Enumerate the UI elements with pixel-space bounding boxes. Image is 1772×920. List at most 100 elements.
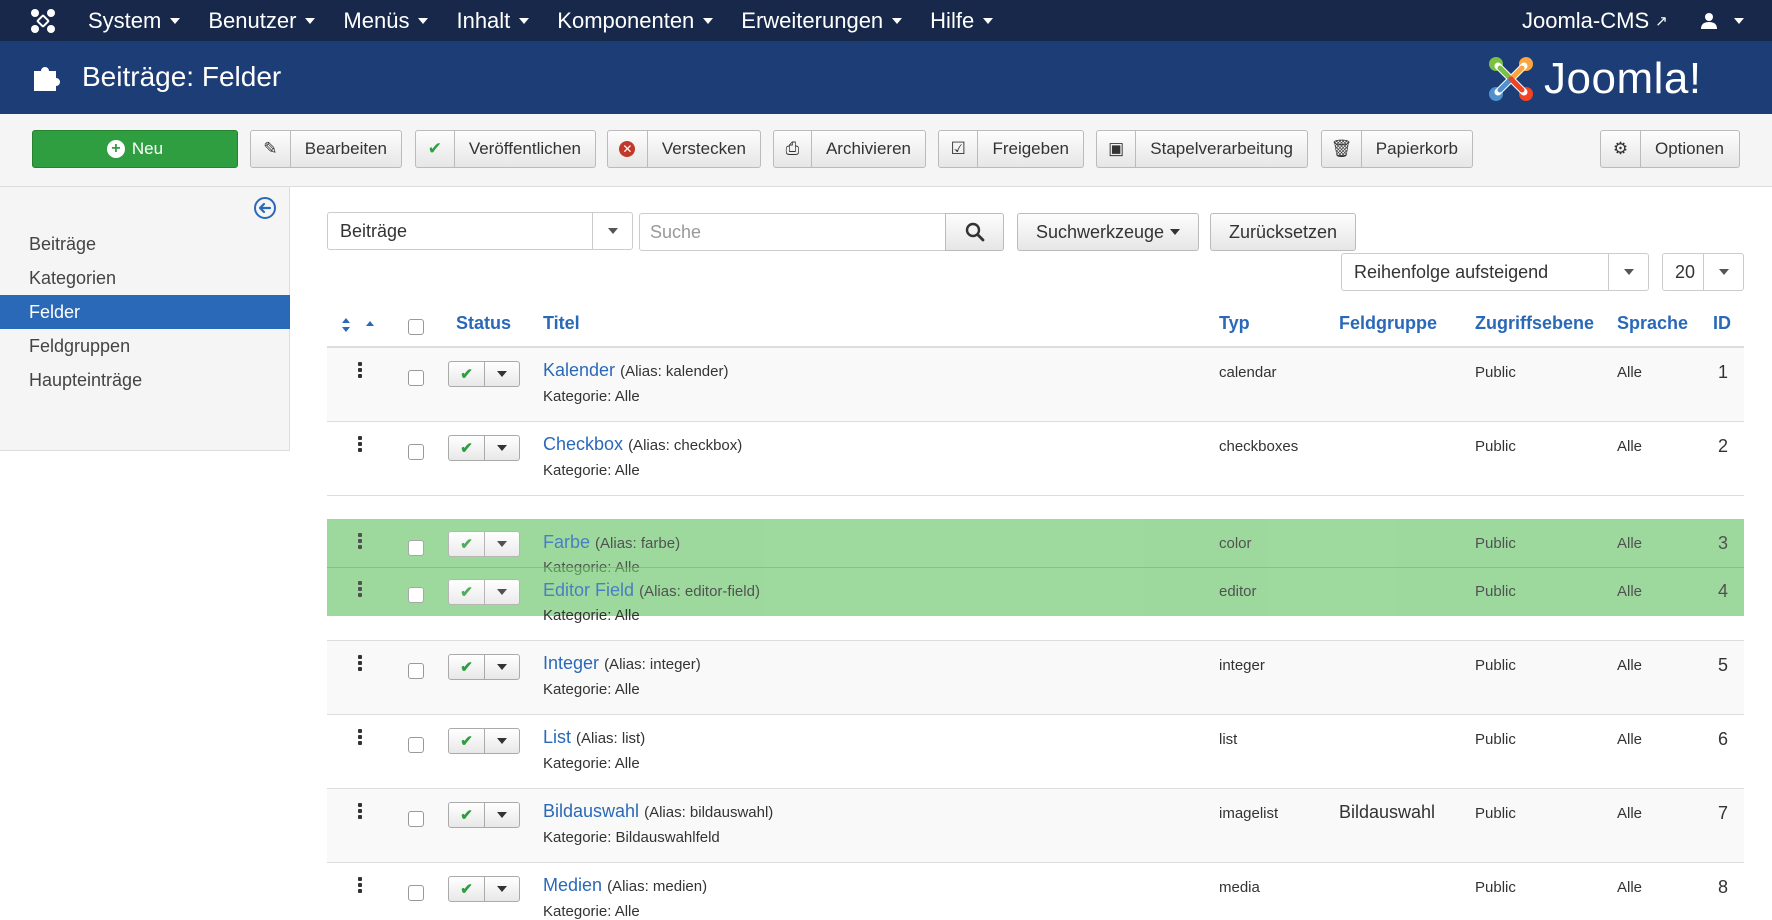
menu-system[interactable]: System	[74, 8, 194, 34]
limit-select[interactable]: 20	[1662, 253, 1744, 291]
menu-help[interactable]: Hilfe	[916, 8, 1007, 34]
batch-button[interactable]: ▣ Stapelverarbeitung	[1096, 130, 1308, 168]
ordering-select[interactable]: Reihenfolge aufsteigend	[1341, 253, 1649, 291]
table-row[interactable]: ✔ Medien (Alias: medien) Kategorie: Alle…	[327, 863, 1744, 920]
table-row-dragging[interactable]: ✔ Farbe (Alias: farbe) Kategorie: Alle c…	[327, 519, 1744, 576]
checkin-button[interactable]: ☑ Freigeben	[938, 130, 1084, 168]
sort-order-icon[interactable]	[341, 317, 377, 333]
status-dropdown[interactable]	[485, 729, 519, 753]
row-checkbox[interactable]	[408, 885, 424, 901]
edit-button[interactable]: ✎ Bearbeiten	[250, 130, 402, 168]
status-column-header[interactable]: Status	[456, 313, 511, 334]
status-dropdown[interactable]	[485, 362, 519, 386]
select-all-checkbox[interactable]	[408, 319, 424, 335]
site-link[interactable]: Joomla-CMS ↗	[1522, 0, 1668, 41]
sidebar-item-field-groups[interactable]: Feldgruppen	[0, 329, 290, 363]
status-toggle[interactable]: ✔	[448, 361, 520, 387]
access-column-header[interactable]: Zugriffsebene	[1475, 313, 1594, 334]
menu-menus[interactable]: Menüs	[329, 8, 442, 34]
field-title-link[interactable]: Integer	[543, 653, 599, 673]
check-icon[interactable]: ✔	[449, 362, 485, 386]
status-toggle[interactable]: ✔	[448, 876, 520, 902]
new-button[interactable]: + Neu	[32, 130, 238, 168]
table-row[interactable]: ✔ Checkbox (Alias: checkbox) Kategorie: …	[327, 422, 1744, 496]
check-icon[interactable]: ✔	[449, 729, 485, 753]
joomla-icon[interactable]	[28, 6, 58, 36]
menu-users[interactable]: Benutzer	[194, 8, 329, 34]
field-title-link[interactable]: Kalender	[543, 360, 615, 380]
title-column-header[interactable]: Titel	[543, 313, 580, 334]
row-checkbox[interactable]	[408, 737, 424, 753]
sidebar-item-fields[interactable]: Felder	[0, 295, 290, 329]
sidebar-item-label: Feldgruppen	[29, 335, 131, 356]
table-row[interactable]: ✔ Kalender (Alias: kalender) Kategorie: …	[327, 348, 1744, 422]
table-row[interactable]: ✔ Bildauswahl (Alias: bildauswahl) Kateg…	[327, 789, 1744, 863]
menu-extensions[interactable]: Erweiterungen	[727, 8, 916, 34]
drag-handle-icon[interactable]	[358, 533, 362, 549]
check-icon[interactable]: ✔	[449, 877, 485, 901]
status-toggle[interactable]: ✔	[448, 654, 520, 680]
status-toggle[interactable]: ✔	[448, 531, 520, 557]
search-tools-button[interactable]: Suchwerkzeuge	[1017, 213, 1199, 251]
drag-handle-icon[interactable]	[358, 729, 362, 745]
trash-button[interactable]: 🗑 Papierkorb	[1321, 130, 1473, 168]
drag-handle-icon[interactable]	[358, 436, 362, 452]
search-button[interactable]	[945, 213, 1004, 251]
row-checkbox[interactable]	[408, 587, 424, 603]
search-input[interactable]: Suche	[639, 213, 946, 251]
row-checkbox[interactable]	[408, 370, 424, 386]
status-dropdown[interactable]	[485, 655, 519, 679]
check-icon[interactable]: ✔	[449, 436, 485, 460]
menu-components[interactable]: Komponenten	[543, 8, 727, 34]
table-row[interactable]: ✔ Integer (Alias: integer) Kategorie: Al…	[327, 641, 1744, 715]
status-toggle[interactable]: ✔	[448, 728, 520, 754]
sidebar-item-articles[interactable]: Beiträge	[0, 227, 290, 261]
publish-button[interactable]: ✔ Veröffentlichen	[415, 130, 596, 168]
sidebar-item-categories[interactable]: Kategorien	[0, 261, 290, 295]
type-column-header[interactable]: Typ	[1219, 313, 1250, 334]
field-title-link[interactable]: Checkbox	[543, 434, 623, 454]
status-dropdown[interactable]	[485, 803, 519, 827]
context-select[interactable]: Beiträge	[327, 212, 633, 250]
field-title-link[interactable]: List	[543, 727, 571, 747]
status-toggle[interactable]: ✔	[448, 579, 520, 605]
status-dropdown[interactable]	[485, 532, 519, 556]
status-dropdown[interactable]	[485, 877, 519, 901]
status-toggle[interactable]: ✔	[448, 802, 520, 828]
menu-content[interactable]: Inhalt	[442, 8, 543, 34]
check-icon[interactable]: ✔	[449, 803, 485, 827]
drag-handle-icon[interactable]	[358, 803, 362, 819]
check-icon[interactable]: ✔	[449, 580, 485, 604]
status-toggle[interactable]: ✔	[448, 435, 520, 461]
row-checkbox[interactable]	[408, 540, 424, 556]
row-checkbox[interactable]	[408, 663, 424, 679]
archive-button[interactable]: ⎙ Archivieren	[773, 130, 926, 168]
user-menu[interactable]	[1700, 0, 1744, 41]
collapse-sidebar-icon[interactable]	[253, 196, 277, 220]
group-column-header[interactable]: Feldgruppe	[1339, 313, 1437, 334]
drag-handle-icon[interactable]	[358, 877, 362, 893]
status-dropdown[interactable]	[485, 580, 519, 604]
id-column-header[interactable]: ID	[1713, 313, 1731, 334]
joomla-logo: Joomla!	[1484, 51, 1702, 107]
field-title-link[interactable]: Medien	[543, 875, 602, 895]
field-id: 7	[1717, 803, 1728, 823]
status-dropdown[interactable]	[485, 436, 519, 460]
options-button[interactable]: ⚙ Optionen	[1600, 130, 1740, 168]
check-icon[interactable]: ✔	[449, 532, 485, 556]
sidebar-item-featured[interactable]: Haupteinträge	[0, 363, 290, 397]
check-icon[interactable]: ✔	[449, 655, 485, 679]
table-row-dragging[interactable]: ✔ Editor Field (Alias: editor-field) edi…	[327, 567, 1744, 616]
field-title-link[interactable]: Editor Field	[543, 580, 634, 600]
field-title-link[interactable]: Bildauswahl	[543, 801, 639, 821]
row-checkbox[interactable]	[408, 811, 424, 827]
reset-button[interactable]: Zurücksetzen	[1210, 213, 1356, 251]
drag-handle-icon[interactable]	[358, 362, 362, 378]
unpublish-button[interactable]: ✕ Verstecken	[607, 130, 761, 168]
language-column-header[interactable]: Sprache	[1617, 313, 1688, 334]
field-title-link[interactable]: Farbe	[543, 532, 590, 552]
row-checkbox[interactable]	[408, 444, 424, 460]
drag-handle-icon[interactable]	[358, 655, 362, 671]
drag-handle-icon[interactable]	[358, 581, 362, 597]
table-row[interactable]: ✔ List (Alias: list) Kategorie: Alle lis…	[327, 715, 1744, 789]
